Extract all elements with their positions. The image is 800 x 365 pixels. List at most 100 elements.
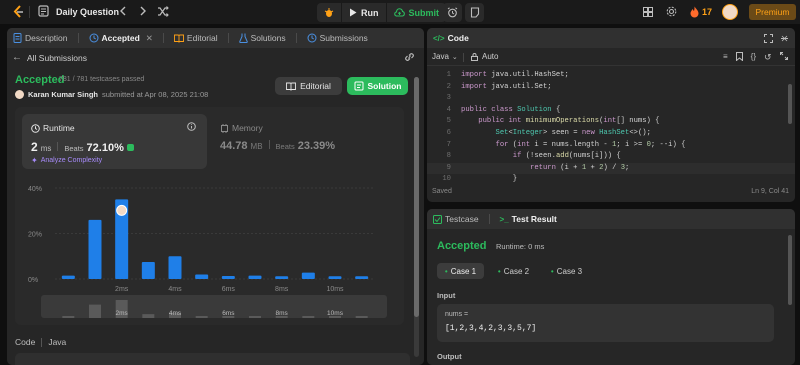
notes-icon[interactable] bbox=[465, 3, 484, 22]
bar[interactable] bbox=[275, 276, 289, 279]
code-line[interactable]: 5 public int minimumOperations(int[] num… bbox=[427, 116, 795, 128]
language-label: Java bbox=[432, 52, 449, 61]
bar[interactable] bbox=[328, 276, 342, 279]
auto-mode-toggle[interactable]: Auto bbox=[471, 52, 498, 61]
test-tabbar: Testcase >_ Test Result bbox=[427, 209, 795, 229]
bar[interactable] bbox=[88, 219, 102, 279]
avatar[interactable] bbox=[722, 4, 738, 20]
submit-label: Submit bbox=[408, 7, 440, 18]
case-tab-1[interactable]: • Case 1 bbox=[437, 263, 484, 279]
bar[interactable] bbox=[301, 272, 315, 279]
your-submission-avatar[interactable] bbox=[116, 204, 128, 216]
bookmark-icon[interactable] bbox=[735, 52, 743, 63]
bar[interactable] bbox=[141, 261, 155, 279]
leetcode-logo-icon[interactable] bbox=[12, 5, 25, 19]
alarm-icon[interactable] bbox=[443, 3, 462, 22]
bar[interactable] bbox=[221, 276, 235, 279]
y-tick-label: 20% bbox=[28, 232, 42, 239]
tab-testcase[interactable]: Testcase bbox=[433, 214, 479, 224]
scrollbar[interactable] bbox=[414, 77, 419, 357]
divider bbox=[268, 140, 270, 149]
expand-icon[interactable] bbox=[779, 52, 788, 63]
case-tab-3[interactable]: • Case 3 bbox=[543, 263, 590, 279]
divider bbox=[57, 142, 59, 151]
collapse-icon[interactable] bbox=[780, 34, 789, 43]
debug-button[interactable] bbox=[317, 3, 342, 22]
tab-label: Accepted bbox=[101, 33, 140, 43]
tab-code[interactable]: </> Code bbox=[433, 33, 469, 43]
submit-button[interactable]: Submit bbox=[387, 3, 447, 22]
link-icon[interactable] bbox=[404, 52, 415, 62]
tab-description[interactable]: Description bbox=[13, 33, 68, 43]
scrollbar-thumb[interactable] bbox=[414, 77, 419, 317]
analyze-complexity-link[interactable]: ✦ Analyze Complexity bbox=[31, 156, 102, 165]
runtime-beats-label: Beats bbox=[64, 144, 84, 153]
reset-icon[interactable]: ↺ bbox=[764, 52, 772, 63]
bar[interactable] bbox=[195, 274, 209, 279]
bar[interactable] bbox=[61, 275, 75, 279]
code-line[interactable]: 3 bbox=[427, 93, 795, 105]
maximize-icon[interactable] bbox=[764, 33, 773, 43]
tab-submissions[interactable]: Submissions bbox=[307, 33, 368, 43]
tab-label: Description bbox=[25, 33, 68, 43]
line-number: 8 bbox=[446, 152, 451, 161]
bar[interactable] bbox=[248, 275, 262, 279]
runtime-distribution-chart[interactable]: 40% 20% 0% 2ms 4ms 6ms 8ms 10ms 2ms 4ms 6ms 8ms 10ms bbox=[15, 177, 404, 325]
memory-label: Memory bbox=[232, 123, 263, 133]
x-tick-label: 6ms bbox=[222, 286, 236, 293]
code-line[interactable]: 2 import java.util.Set; bbox=[427, 82, 795, 94]
code-line[interactable]: 9 return (i + 1 + 2) / 3; bbox=[427, 162, 795, 175]
bar[interactable] bbox=[168, 256, 182, 279]
tab-test-result[interactable]: >_ Test Result bbox=[500, 214, 557, 224]
run-button[interactable]: Run bbox=[342, 3, 387, 22]
shuffle-icon[interactable] bbox=[157, 6, 169, 17]
streak-fire-icon[interactable] bbox=[690, 6, 699, 18]
code-line[interactable]: 8 if (!seen.add(nums[i])) { bbox=[427, 151, 795, 163]
username[interactable]: Karan Kumar Singh bbox=[28, 90, 98, 99]
chevron-right-icon[interactable] bbox=[139, 5, 147, 17]
solution-button[interactable]: Solution bbox=[347, 77, 408, 95]
memory-card[interactable]: Memory 44.78 MB Beats 23.39% bbox=[215, 114, 395, 169]
code-line[interactable]: 4 public class Solution { bbox=[427, 105, 795, 117]
code-line[interactable]: 6 Set<Integer> seen = new HashSet<>(); bbox=[427, 128, 795, 140]
braces-icon[interactable]: {} bbox=[751, 52, 756, 63]
user-avatar[interactable] bbox=[15, 90, 24, 99]
code-editor[interactable]: 1 import java.util.HashSet; 2 import java.u… bbox=[427, 70, 795, 190]
case-tab-2[interactable]: • Case 2 bbox=[490, 263, 537, 279]
back-to-submissions-link[interactable]: ← All Submissions bbox=[12, 52, 87, 63]
code-tabbar: </> Code bbox=[427, 28, 795, 48]
editorial-label: Editorial bbox=[300, 81, 331, 91]
code-line[interactable]: 1 import java.util.HashSet; bbox=[427, 70, 795, 82]
left-tabbar: Description Accepted ✕ Editorial Solutio… bbox=[7, 28, 424, 48]
book-icon bbox=[286, 82, 297, 91]
chevron-left-icon[interactable] bbox=[119, 5, 127, 17]
mini-bar bbox=[249, 316, 261, 318]
language-select[interactable]: Java ⌄ bbox=[432, 52, 458, 61]
code-line[interactable]: 10 } bbox=[427, 174, 795, 186]
mini-tick-label: 6ms bbox=[222, 310, 235, 317]
editorial-button[interactable]: Editorial bbox=[275, 77, 342, 95]
format-icon[interactable]: ≡ bbox=[723, 52, 728, 63]
tab-editorial[interactable]: Editorial bbox=[173, 33, 218, 43]
code-line[interactable]: 7 for (int i = nums.length - 1; i >= 0; … bbox=[427, 140, 795, 152]
tab-divider bbox=[77, 33, 79, 43]
editor-scrollbar[interactable] bbox=[788, 84, 792, 124]
submitted-time: submitted at Apr 08, 2025 21:08 bbox=[102, 90, 209, 99]
info-icon[interactable] bbox=[187, 122, 196, 131]
close-icon[interactable]: ✕ bbox=[146, 33, 153, 44]
code-footer: Code Java bbox=[15, 337, 66, 347]
green-dot-icon: • bbox=[444, 266, 448, 276]
save-status: Saved bbox=[432, 188, 452, 195]
runtime-card[interactable]: Runtime 2 ms Beats 72.10% ✦ Analyze Comp… bbox=[22, 114, 207, 169]
layout-grid-icon[interactable] bbox=[643, 7, 653, 17]
bar[interactable] bbox=[355, 276, 369, 279]
test-scrollbar[interactable] bbox=[788, 235, 792, 305]
problem-list-icon[interactable] bbox=[38, 5, 49, 17]
premium-button[interactable]: Premium bbox=[749, 4, 796, 20]
tab-solutions[interactable]: Solutions bbox=[238, 33, 286, 43]
tab-accepted[interactable]: Accepted ✕ bbox=[89, 33, 153, 44]
settings-gear-icon[interactable] bbox=[666, 6, 677, 17]
page-title[interactable]: Daily Question bbox=[56, 7, 119, 17]
x-tick-label: 2ms bbox=[115, 286, 129, 293]
editor-actions: ≡ {} ↺ bbox=[723, 52, 788, 63]
